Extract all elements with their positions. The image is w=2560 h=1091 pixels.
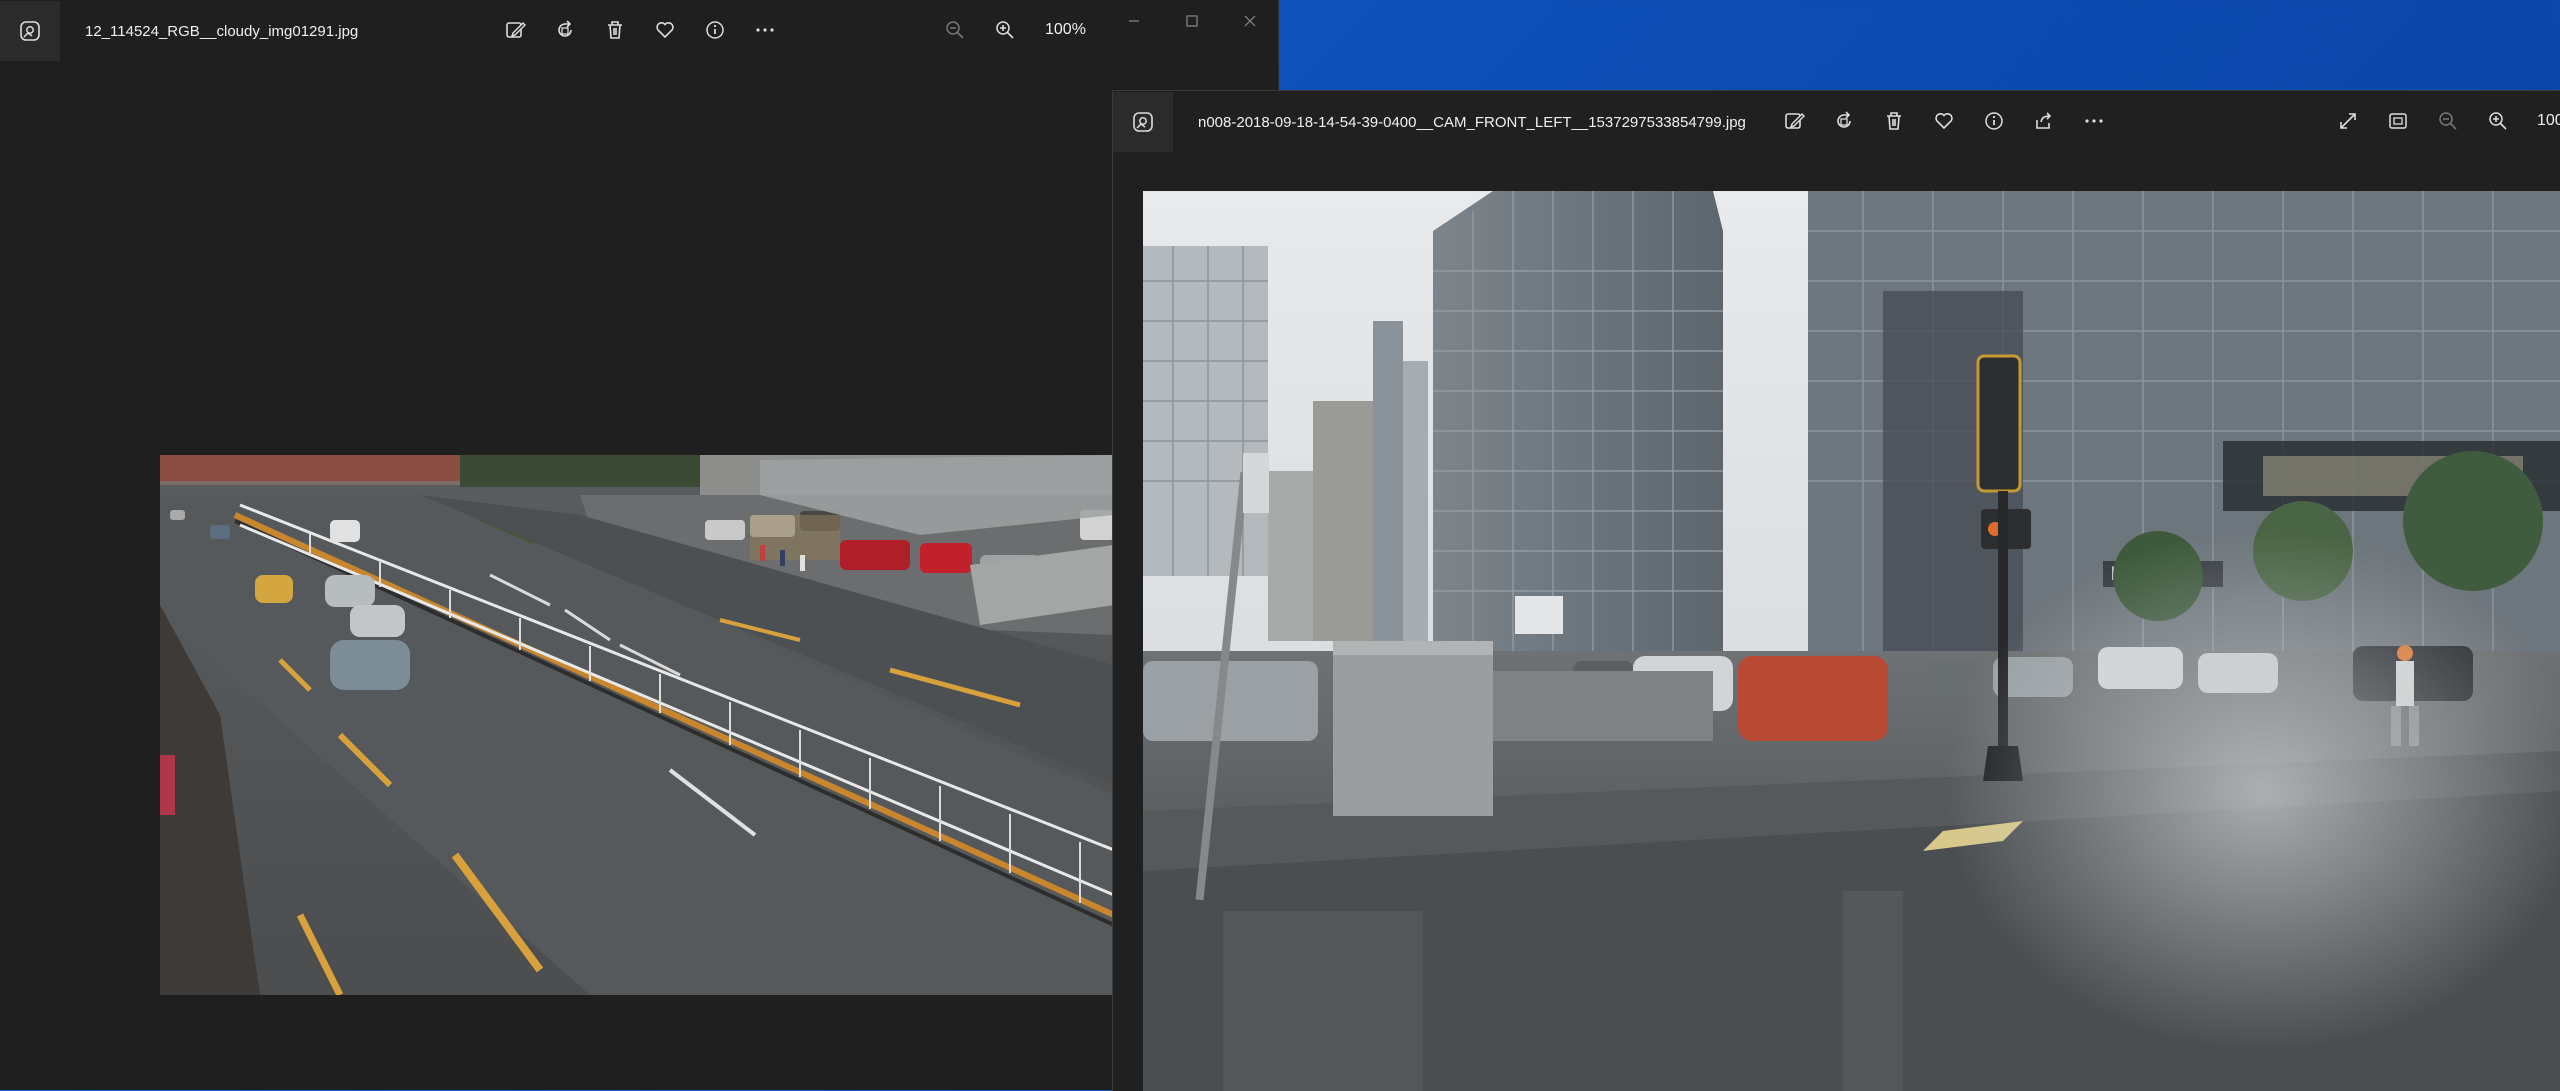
fullscreen-icon[interactable]: [2323, 91, 2373, 151]
file-name: n008-2018-09-18-14-54-39-0400__CAM_FRONT…: [1198, 113, 1746, 131]
share-icon[interactable]: [2019, 91, 2069, 151]
title-bar: n008-2018-09-18-14-54-39-0400__CAM_FRONT…: [1113, 91, 2560, 153]
minimize-button[interactable]: [1106, 0, 1162, 42]
zoom-out-icon[interactable]: [930, 0, 980, 60]
delete-icon[interactable]: [590, 0, 640, 60]
more-icon[interactable]: [2069, 91, 2119, 151]
zoom-level[interactable]: 100: [2537, 91, 2560, 151]
maximize-button[interactable]: [1164, 0, 1220, 42]
favorite-icon[interactable]: [640, 0, 690, 60]
rotate-icon[interactable]: [1819, 91, 1869, 151]
zoom-in-icon[interactable]: [2473, 91, 2523, 151]
zoom-out-icon[interactable]: [2423, 91, 2473, 151]
photos-app-icon[interactable]: [1113, 92, 1173, 152]
fit-icon[interactable]: [2373, 91, 2423, 151]
edit-icon[interactable]: [490, 0, 540, 60]
photo-city-street: honeygrow: [1143, 191, 2560, 1091]
zoom-in-icon[interactable]: [980, 0, 1030, 60]
favorite-icon[interactable]: [1919, 91, 1969, 151]
photos-window-1: 12_114524_RGB__cloudy_img01291.jpg 100%: [0, 0, 1279, 1090]
info-icon[interactable]: [1969, 91, 2019, 151]
delete-icon[interactable]: [1869, 91, 1919, 151]
rotate-icon[interactable]: [540, 0, 590, 60]
photos-window-2: n008-2018-09-18-14-54-39-0400__CAM_FRONT…: [1112, 90, 2560, 1091]
close-button[interactable]: [1222, 0, 1278, 42]
photos-app-icon[interactable]: [0, 1, 60, 61]
edit-icon[interactable]: [1769, 91, 1819, 151]
info-icon[interactable]: [690, 0, 740, 60]
zoom-level[interactable]: 100%: [1045, 0, 1086, 60]
more-icon[interactable]: [740, 0, 790, 60]
photo-road-cloudy: [160, 455, 1114, 995]
title-bar: 12_114524_RGB__cloudy_img01291.jpg 100%: [0, 0, 1278, 62]
file-name: 12_114524_RGB__cloudy_img01291.jpg: [85, 22, 359, 40]
